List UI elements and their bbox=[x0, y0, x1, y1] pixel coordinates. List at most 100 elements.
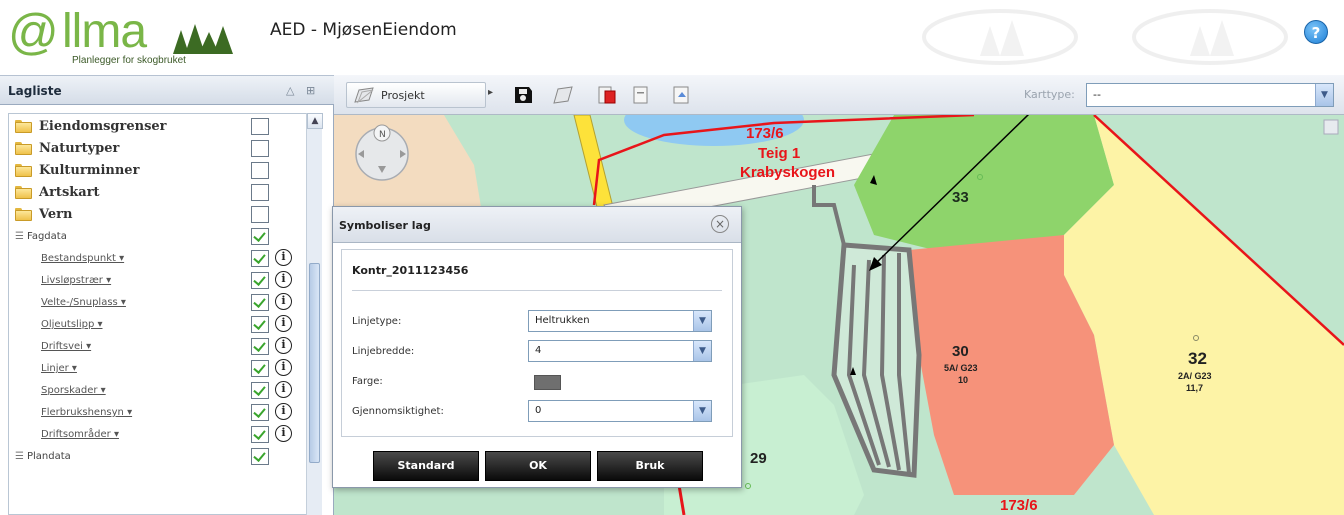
map-pan-control[interactable]: N bbox=[352, 121, 412, 187]
layer-item-label[interactable]: Flerbrukshensyn ▾ bbox=[41, 407, 132, 418]
layer-item-linjer[interactable]: Linjer ▾ i bbox=[9, 358, 309, 380]
karttype-select[interactable]: -- ▼ bbox=[1086, 83, 1334, 107]
info-icon[interactable]: i bbox=[275, 337, 292, 354]
map-label-stand-32: 32 bbox=[1188, 349, 1207, 368]
scrollbar-thumb[interactable] bbox=[309, 263, 320, 463]
dialog-title: Symboliser lag bbox=[339, 219, 431, 232]
farge-label: Farge: bbox=[352, 376, 383, 387]
info-icon[interactable]: i bbox=[275, 249, 292, 266]
layer-checkbox[interactable] bbox=[251, 360, 269, 377]
layer-item-driftsvei[interactable]: Driftsvei ▾ i bbox=[9, 336, 309, 358]
layer-item-label[interactable]: Velte-/Snuplass ▾ bbox=[41, 297, 126, 308]
layer-item-livslopstraer[interactable]: Livsløpstrær ▾ i bbox=[9, 270, 309, 292]
layer-list: Eiendomsgrenser Naturtyper Kulturminner … bbox=[8, 113, 310, 515]
layer-item-velte-snuplass[interactable]: Velte-/Snuplass ▾ i bbox=[9, 292, 309, 314]
import-icon[interactable] bbox=[670, 83, 694, 107]
chevron-down-icon[interactable]: ▼ bbox=[693, 341, 711, 361]
info-icon[interactable]: i bbox=[275, 271, 292, 288]
map-label-teig-number: 173/6 bbox=[746, 125, 784, 142]
scroll-up-arrow-icon[interactable]: ▲ bbox=[307, 113, 323, 129]
map-label-stand-30-class: 5A/ G23 bbox=[944, 363, 978, 373]
page-title: AED - MjøsenEiendom bbox=[270, 20, 457, 40]
layer-item-label[interactable]: Driftsområder ▾ bbox=[41, 429, 119, 440]
ok-button[interactable]: OK bbox=[485, 451, 591, 481]
logo-trees-icon bbox=[173, 24, 233, 54]
bruk-button[interactable]: Bruk bbox=[597, 451, 703, 481]
layer-checkbox[interactable] bbox=[251, 448, 269, 465]
layer-checkbox[interactable] bbox=[251, 184, 269, 201]
layer-checkbox[interactable] bbox=[251, 162, 269, 179]
document-icon[interactable] bbox=[630, 83, 652, 107]
info-icon[interactable]: i bbox=[275, 381, 292, 398]
layer-item-label[interactable]: Bestandspunkt ▾ bbox=[41, 253, 124, 264]
dialog-header[interactable]: Symboliser lag × bbox=[333, 207, 741, 243]
app-window: @ llma Planlegger for skogbruket AED - M… bbox=[0, 0, 1344, 515]
layer-checkbox[interactable] bbox=[251, 272, 269, 289]
layer-folder-eiendomsgrenser[interactable]: Eiendomsgrenser bbox=[9, 116, 309, 138]
edit-icon[interactable] bbox=[552, 83, 574, 107]
info-icon[interactable]: i bbox=[275, 359, 292, 376]
map-label-stand-29: 29 bbox=[750, 450, 767, 467]
info-icon[interactable]: i bbox=[275, 425, 292, 442]
save-icon[interactable] bbox=[512, 83, 534, 107]
chevron-down-icon[interactable]: ▼ bbox=[693, 401, 711, 421]
folder-icon bbox=[15, 186, 32, 199]
linjebredde-value: 4 bbox=[535, 345, 542, 356]
layer-item-label[interactable]: Oljeutslipp ▾ bbox=[41, 319, 103, 330]
layer-item-oljeutslipp[interactable]: Oljeutslipp ▾ i bbox=[9, 314, 309, 336]
linjebredde-select[interactable]: 4 ▼ bbox=[528, 340, 712, 362]
layer-item-sporskader[interactable]: Sporskader ▾ i bbox=[9, 380, 309, 402]
map-label-stand-33: 33 bbox=[952, 189, 969, 206]
info-icon[interactable]: i bbox=[275, 403, 292, 420]
layer-checkbox[interactable] bbox=[251, 118, 269, 135]
svg-text:N: N bbox=[379, 130, 386, 140]
info-icon[interactable]: i bbox=[275, 315, 292, 332]
layer-folder-vern[interactable]: Vern bbox=[9, 204, 309, 226]
folder-icon bbox=[15, 164, 32, 177]
export-pdf-icon[interactable] bbox=[596, 83, 618, 107]
layer-folder-artskart[interactable]: Artskart bbox=[9, 182, 309, 204]
chevron-down-icon[interactable]: ▼ bbox=[1315, 84, 1333, 106]
project-icon bbox=[354, 87, 374, 104]
layer-item-label[interactable]: Sporskader ▾ bbox=[41, 385, 106, 396]
layer-group-fagdata[interactable]: ☰ Fagdata bbox=[9, 226, 309, 248]
layer-group-icon: ☰ bbox=[15, 231, 24, 242]
layer-item-label[interactable]: Driftsvei ▾ bbox=[41, 341, 91, 352]
layer-checkbox[interactable] bbox=[251, 228, 269, 245]
prosjekt-button[interactable]: Prosjekt bbox=[346, 82, 486, 108]
standard-button[interactable]: Standard bbox=[373, 451, 479, 481]
symboliser-lag-dialog: Symboliser lag × Kontr_2011123456 Linjet… bbox=[332, 206, 742, 488]
layer-item-flerbrukshensyn[interactable]: Flerbrukshensyn ▾ i bbox=[9, 402, 309, 424]
layer-checkbox[interactable] bbox=[251, 426, 269, 443]
layer-item-label[interactable]: Linjer ▾ bbox=[41, 363, 77, 374]
gjennomsiktighet-value: 0 bbox=[535, 405, 542, 416]
layer-checkbox[interactable] bbox=[251, 140, 269, 157]
layer-checkbox[interactable] bbox=[251, 250, 269, 267]
layer-folder-naturtyper[interactable]: Naturtyper bbox=[9, 138, 309, 160]
layer-checkbox[interactable] bbox=[251, 294, 269, 311]
linjetype-select[interactable]: Heltrukken ▼ bbox=[528, 310, 712, 332]
menu-arrow-icon[interactable]: ▸ bbox=[488, 87, 493, 98]
gjennomsiktighet-select[interactable]: 0 ▼ bbox=[528, 400, 712, 422]
layer-folder-kulturminner[interactable]: Kulturminner bbox=[9, 160, 309, 182]
linjebredde-label: Linjebredde: bbox=[352, 346, 415, 357]
layer-checkbox[interactable] bbox=[251, 338, 269, 355]
layer-checkbox[interactable] bbox=[251, 316, 269, 333]
map-label-stand-30: 30 bbox=[952, 343, 969, 360]
collapse-icon[interactable]: △ bbox=[286, 84, 294, 97]
chevron-down-icon[interactable]: ▼ bbox=[693, 311, 711, 331]
close-icon[interactable]: × bbox=[711, 215, 729, 233]
expand-icon[interactable]: ⊞ bbox=[306, 84, 315, 97]
farge-color-swatch[interactable] bbox=[534, 375, 561, 390]
layer-checkbox[interactable] bbox=[251, 206, 269, 223]
layer-group-plandata[interactable]: ☰ Plandata bbox=[9, 446, 309, 468]
layer-item-label[interactable]: Livsløpstrær ▾ bbox=[41, 275, 111, 286]
layer-item-driftsomrader[interactable]: Driftsområder ▾ i bbox=[9, 424, 309, 446]
info-icon[interactable]: i bbox=[275, 293, 292, 310]
layer-checkbox[interactable] bbox=[251, 404, 269, 421]
layer-list-scrollbar[interactable]: ▲ bbox=[306, 113, 323, 515]
layer-checkbox[interactable] bbox=[251, 382, 269, 399]
layer-item-bestandspunkt[interactable]: Bestandspunkt ▾ i bbox=[9, 248, 309, 270]
help-button[interactable]: ? bbox=[1304, 20, 1328, 44]
dialog-body: Kontr_2011123456 Linjetype: Heltrukken ▼… bbox=[341, 249, 733, 437]
